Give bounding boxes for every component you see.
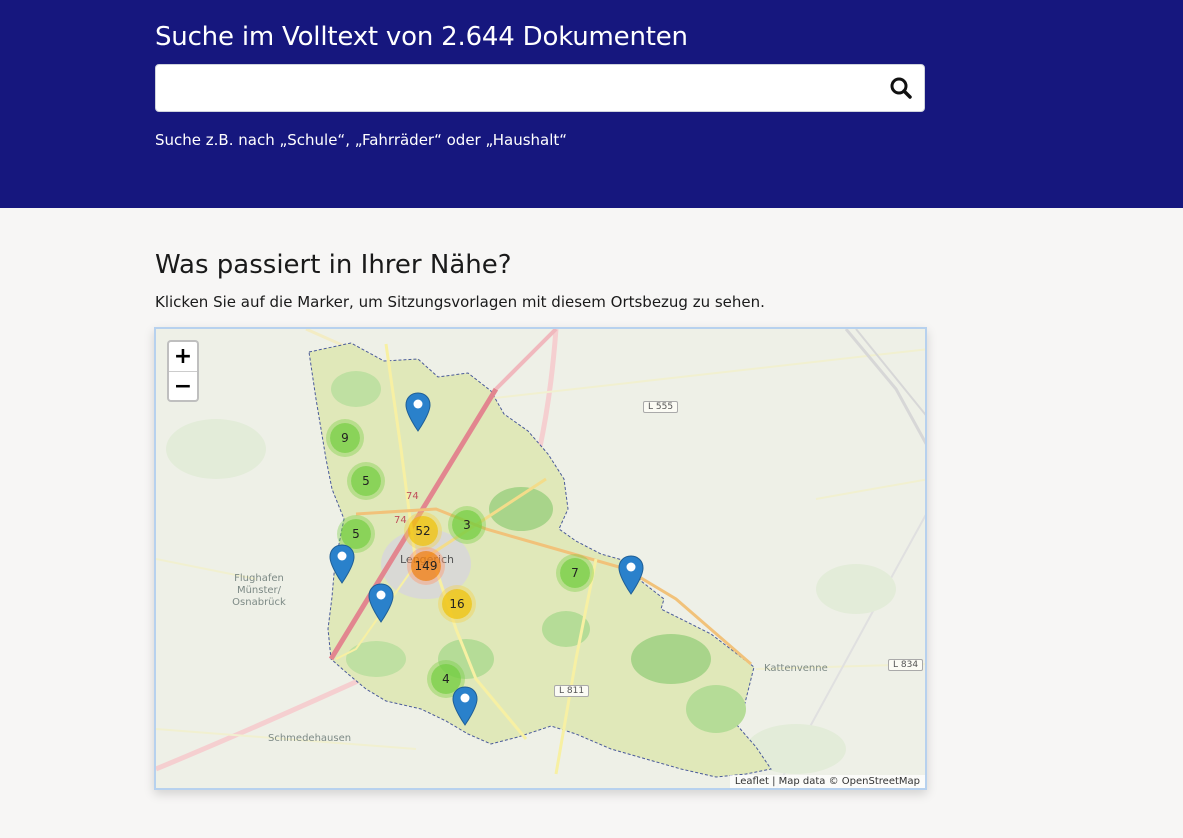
road-label-l811: L 811 [554,685,590,697]
place-label-schmedehausen: Schmedehausen [268,733,352,744]
map-marker-icon[interactable] [618,555,644,595]
nearby-title: Was passiert in Ihrer Nähe? [155,250,512,280]
map-marker-icon[interactable] [452,686,478,726]
marker-cluster[interactable]: 52 [408,516,438,546]
map[interactable]: + − Flughafen Münster/ Osnabrück Lengeri… [154,327,927,790]
marker-cluster[interactable]: 16 [442,589,472,619]
openstreetmap-link[interactable]: OpenStreetMap [842,776,920,787]
road-label-a74-north: 74 [406,491,419,502]
attribution-separator: | Map data © [768,776,842,787]
road-label-l555: L 555 [643,401,679,413]
search-input[interactable] [156,65,876,111]
map-marker-icon[interactable] [405,392,431,432]
search-button[interactable] [888,75,914,101]
zoom-control: + − [167,340,199,402]
place-label-airport: Flughafen Münster/ Osnabrück [232,573,286,608]
nearby-description: Klicken Sie auf die Marker, um Sitzungsv… [155,293,765,311]
search-box [155,64,925,112]
place-label-kattenvenne: Kattenvenne [764,663,828,674]
map-tiles [156,329,925,788]
search-title: Suche im Volltext von 2.644 Dokumenten [155,22,688,52]
leaflet-link[interactable]: Leaflet [735,776,769,787]
marker-cluster[interactable]: 5 [351,466,381,496]
map-attribution: Leaflet | Map data © OpenStreetMap [729,775,925,788]
marker-cluster[interactable]: 149 [411,551,441,581]
road-label-a74-south: 74 [394,515,407,526]
marker-cluster[interactable]: 9 [330,423,360,453]
search-icon [890,77,912,99]
map-marker-icon[interactable] [368,583,394,623]
search-hero: Suche im Volltext von 2.644 Dokumenten S… [0,0,1183,208]
map-marker-icon[interactable] [329,544,355,584]
marker-cluster[interactable]: 3 [452,510,482,540]
marker-cluster[interactable]: 7 [560,558,590,588]
zoom-out-button[interactable]: − [169,372,197,401]
road-label-l834: L 834 [888,659,924,671]
search-hint: Suche z.B. nach „Schule“, „Fahrräder“ od… [155,131,568,149]
zoom-in-button[interactable]: + [169,342,197,372]
